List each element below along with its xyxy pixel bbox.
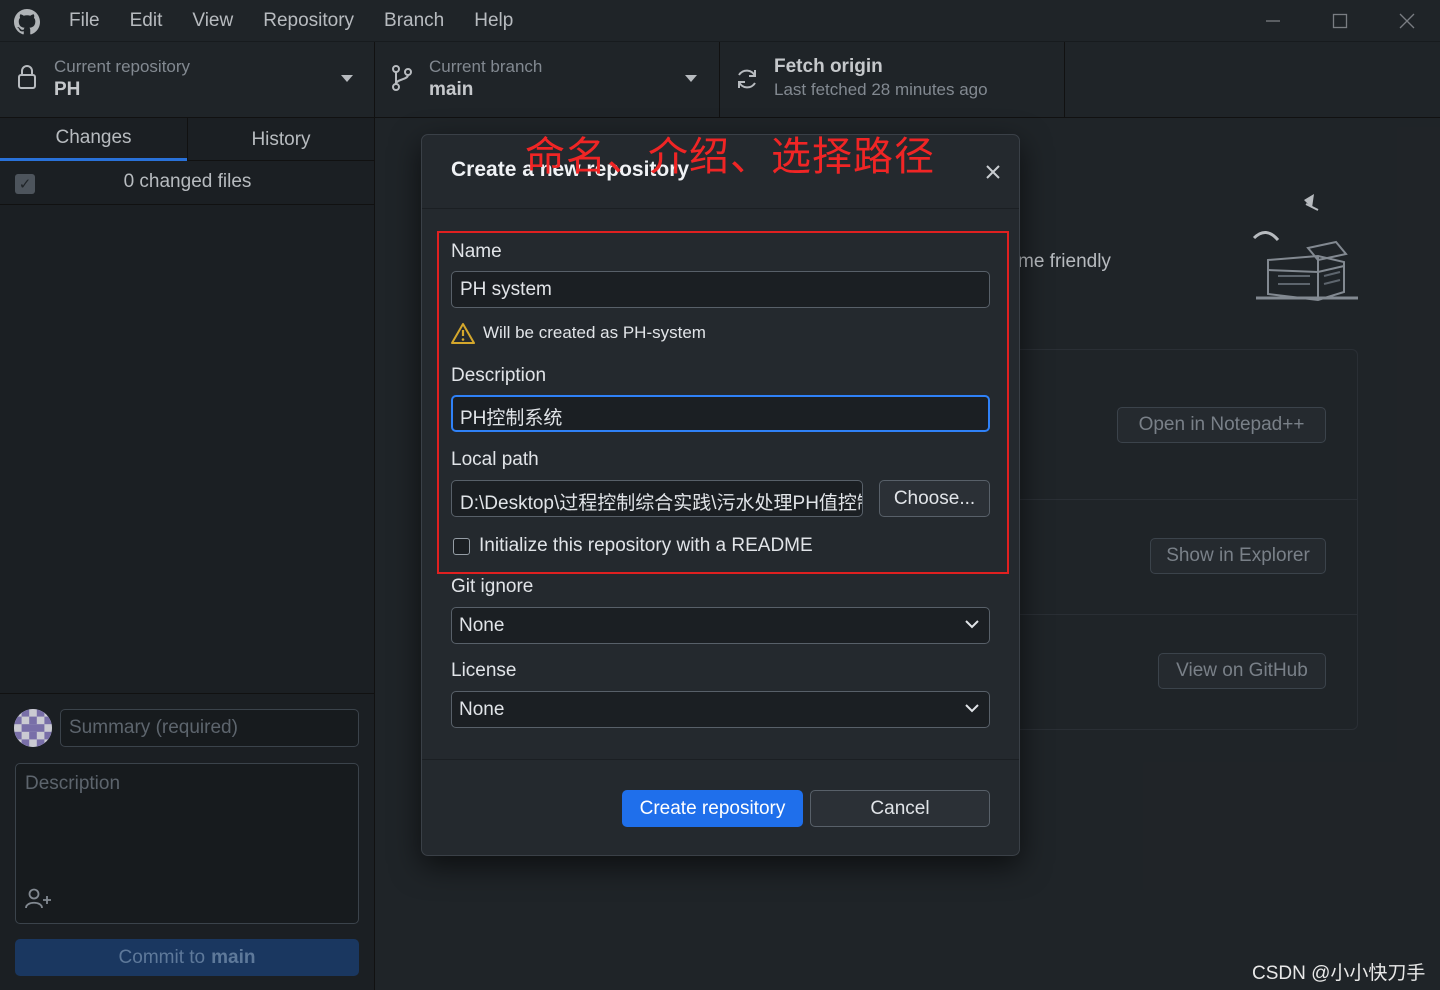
license-value: None (459, 699, 505, 720)
gitignore-label: Git ignore (451, 576, 534, 597)
chevron-down-icon (965, 704, 979, 713)
gitignore-select[interactable]: None (451, 607, 990, 644)
gitignore-value: None (459, 615, 505, 636)
chevron-down-icon (965, 620, 979, 629)
close-icon[interactable] (985, 164, 1001, 180)
license-select[interactable]: None (451, 691, 990, 728)
watermark: CSDN @小小快刀手 (1252, 963, 1426, 984)
create-repository-button[interactable]: Create repository (622, 790, 803, 827)
license-label: License (451, 660, 517, 681)
annotation-text: 命名、介绍、选择路径 (525, 134, 935, 180)
cancel-button[interactable]: Cancel (810, 790, 990, 827)
dialog-footer: Create repository Cancel (422, 759, 1019, 855)
annotation-highlight-box (437, 231, 1009, 574)
